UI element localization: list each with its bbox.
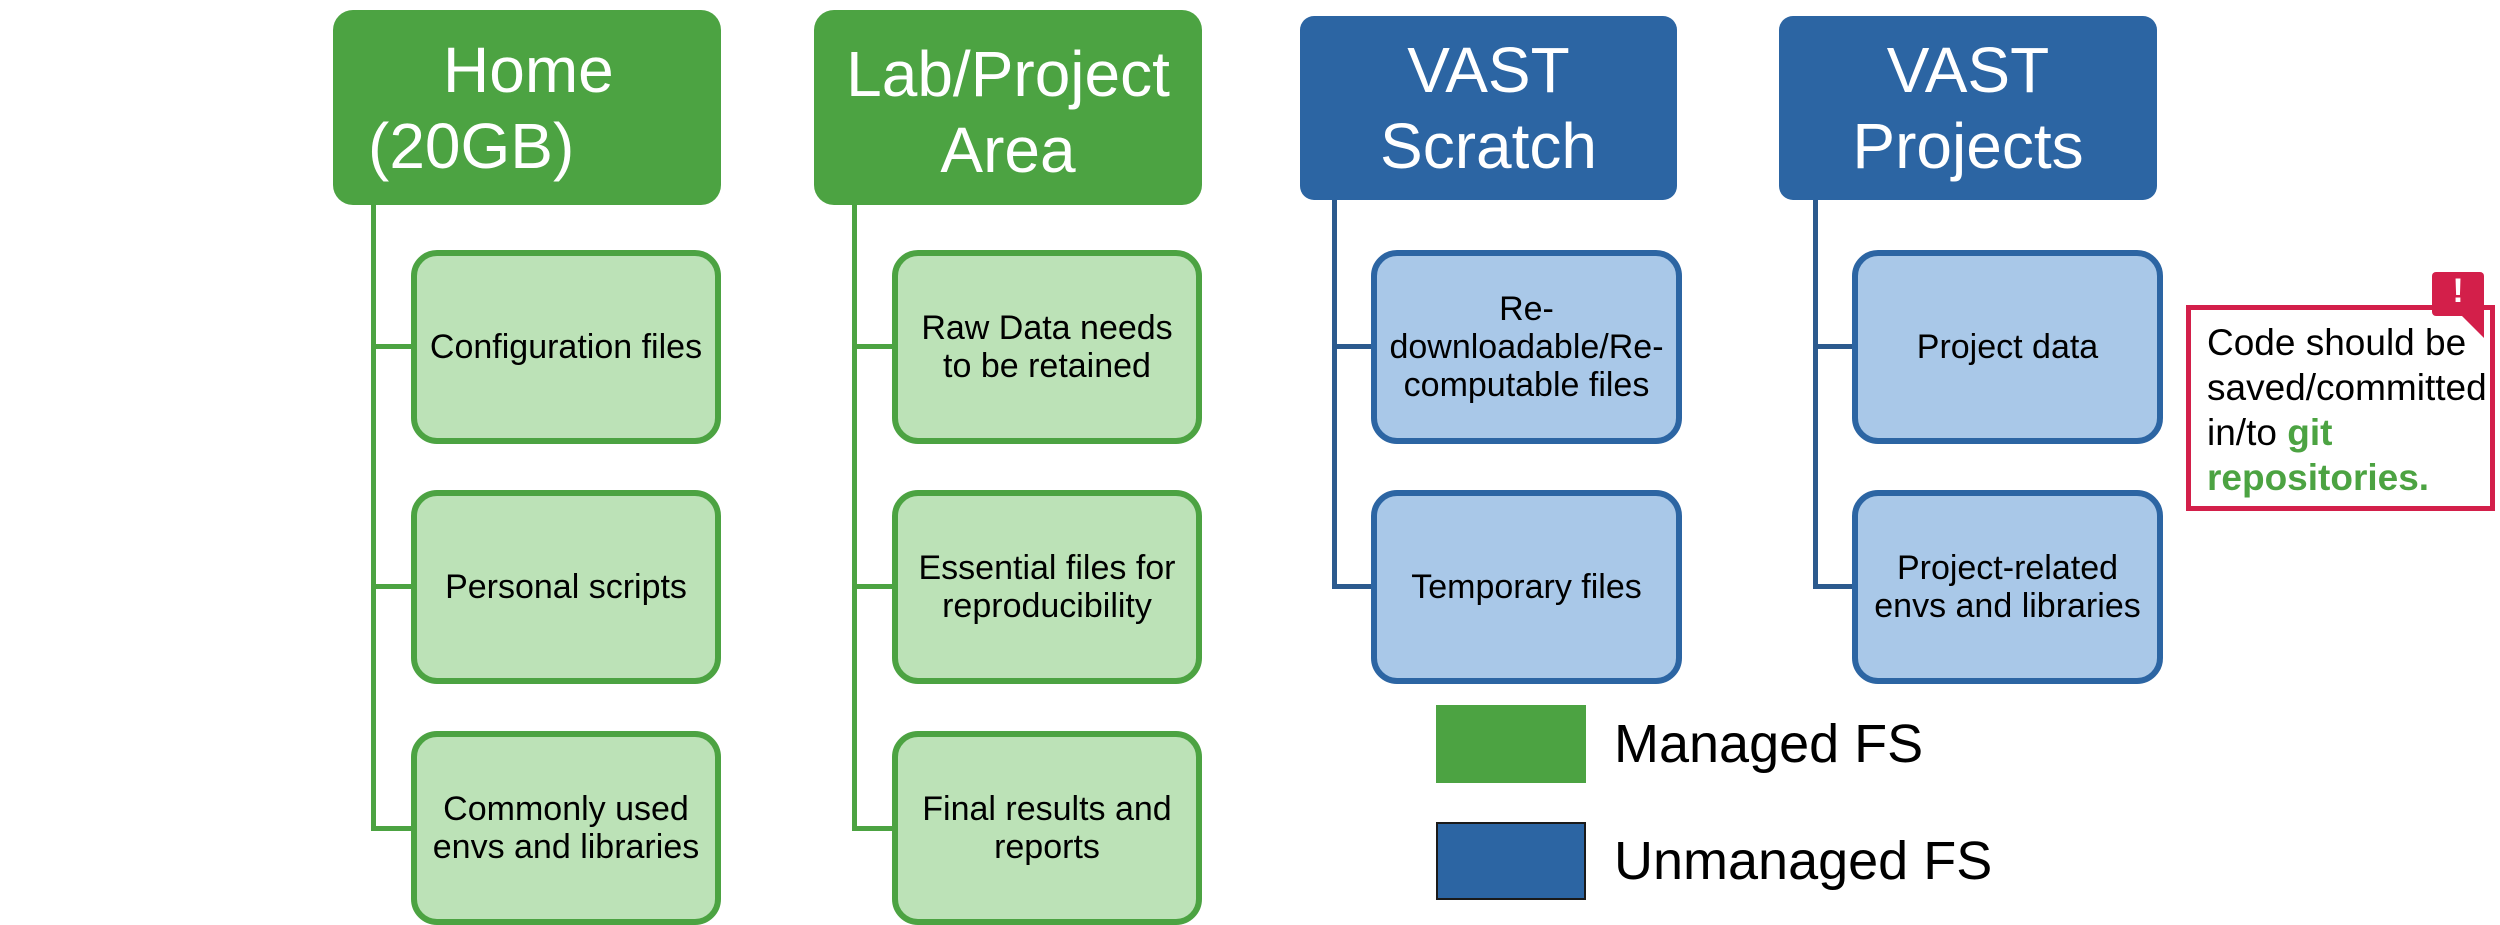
item-label: Project-related envs and libraries [1874, 549, 2141, 625]
vast-scratch-header: VAST Scratch [1300, 16, 1677, 200]
home-header-line-1: Home [443, 33, 614, 106]
scratch-connector-trunk [1332, 200, 1337, 589]
projects-header-line-1: VAST [1886, 34, 2050, 106]
lab-header-line-1: Lab/Project [846, 37, 1170, 110]
scratch-header-line-2: Scratch [1380, 110, 1597, 182]
projects-item-envs-libraries: Project-related envs and libraries [1852, 490, 2163, 684]
projects-connector-trunk [1813, 200, 1818, 589]
home-connector-branch [371, 344, 413, 349]
home-connector-branch [371, 826, 413, 831]
projects-header-line-2: Projects [1852, 110, 2084, 182]
legend-label-managed: Managed FS [1614, 714, 1924, 774]
lab-item-essential-files: Essential files for reproducibility [892, 490, 1202, 684]
vast-projects-header: VAST Projects [1779, 16, 2157, 200]
home-item-configuration-files: Configuration files [411, 250, 721, 444]
legend-swatch-unmanaged [1436, 822, 1586, 900]
legend-swatch-managed [1436, 705, 1586, 783]
scratch-item-temporary-files: Temporary files [1371, 490, 1682, 684]
home-connector-branch [371, 584, 413, 589]
alert-badge-icon: ! [2432, 272, 2484, 316]
projects-connector-branch [1813, 344, 1855, 349]
lab-project-header: Lab/Project Area [814, 10, 1202, 205]
alert-badge-tail [2462, 316, 2484, 338]
legend-label-unmanaged: Unmanaged FS [1614, 831, 1993, 891]
scratch-connector-branch [1332, 344, 1374, 349]
item-label: Final results and reports [922, 790, 1172, 866]
home-connector-trunk [371, 205, 376, 831]
alert-exclamation: ! [2452, 272, 2464, 310]
lab-connector-trunk [852, 205, 857, 831]
item-label: Raw Data needs to be retained [921, 309, 1173, 385]
scratch-connector-branch [1332, 584, 1374, 589]
lab-connector-branch [852, 584, 894, 589]
projects-item-project-data: Project data [1852, 250, 2163, 444]
git-callout: Code should be saved/committed in/to git… [2186, 305, 2495, 511]
lab-item-final-results: Final results and reports [892, 731, 1202, 925]
item-label: Temporary files [1411, 568, 1642, 606]
home-item-personal-scripts: Personal scripts [411, 490, 721, 684]
item-label: Commonly used envs and libraries [432, 790, 700, 866]
home-item-envs-libraries: Commonly used envs and libraries [411, 731, 721, 925]
item-label: Project data [1916, 328, 2099, 366]
projects-connector-branch [1813, 584, 1855, 589]
lab-connector-branch [852, 826, 894, 831]
lab-connector-branch [852, 344, 894, 349]
lab-item-raw-data: Raw Data needs to be retained [892, 250, 1202, 444]
home-header: Home (20GB) [333, 10, 721, 205]
item-label: Essential files for reproducibility [918, 549, 1176, 625]
callout-text: Code should be saved/committed in/to [2207, 322, 2487, 453]
item-label: Re-downloadable/Re-computable files [1389, 290, 1664, 404]
home-header-line-2: (20GB) [368, 109, 575, 182]
item-label: Configuration files [429, 328, 703, 366]
lab-header-line-2: Area [940, 113, 1076, 186]
item-label: Personal scripts [445, 568, 687, 606]
scratch-header-line-1: VAST [1407, 34, 1570, 106]
scratch-item-redownloadable: Re-downloadable/Re-computable files [1371, 250, 1682, 444]
